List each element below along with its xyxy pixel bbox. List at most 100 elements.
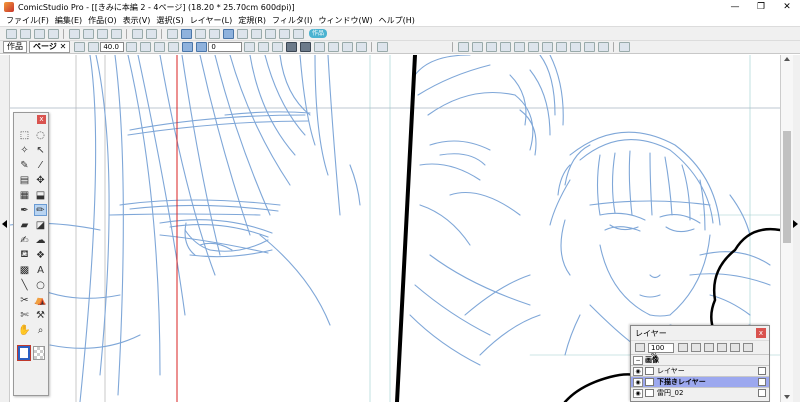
delete-icon[interactable] xyxy=(110,28,122,39)
fit-icon[interactable] xyxy=(87,42,99,52)
layer-snap-icon[interactable] xyxy=(583,42,595,52)
object-select-icon[interactable]: ↖ xyxy=(34,144,47,156)
tab-close-icon[interactable]: ✕ xyxy=(60,42,67,51)
panel-cut-icon[interactable]: ✄ xyxy=(18,309,31,321)
layer-row[interactable]: ◉ 雷円_02 xyxy=(631,387,769,398)
minimize-button[interactable]: — xyxy=(722,0,748,14)
layer-row-selected[interactable]: ◉ 下描きレイヤー xyxy=(631,376,769,387)
zoom-menu-icon[interactable] xyxy=(125,42,137,52)
preview-icon[interactable] xyxy=(264,28,276,39)
toggle-icon[interactable] xyxy=(73,42,85,52)
layer-opacity-field[interactable]: 100 % xyxy=(648,342,674,360)
menu-work[interactable]: 作品(O) xyxy=(85,15,120,26)
zoom-in-icon[interactable] xyxy=(139,42,151,52)
dock-right-arrow-icon[interactable] xyxy=(793,220,798,228)
grid-snap-icon[interactable] xyxy=(513,42,525,52)
visibility-eye-icon[interactable]: ◉ xyxy=(633,388,643,398)
guide-snap-icon[interactable] xyxy=(499,42,511,52)
menu-layer[interactable]: レイヤー(L) xyxy=(187,15,235,26)
ruler-select-icon[interactable]: ▤ xyxy=(18,174,31,186)
new-folder-icon[interactable] xyxy=(703,343,714,352)
open-page-icon[interactable] xyxy=(33,28,45,39)
menu-view[interactable]: 表示(V) xyxy=(120,15,154,26)
special-ruler-icon[interactable] xyxy=(485,42,497,52)
menu-help[interactable]: ヘルプ(H) xyxy=(376,15,418,26)
gradient-icon[interactable]: ▩ xyxy=(18,264,31,276)
concentric-icon[interactable] xyxy=(527,42,539,52)
lock-layer-icon[interactable] xyxy=(729,343,740,352)
tone-area-icon[interactable] xyxy=(341,42,353,52)
layer-lock-icon[interactable] xyxy=(758,367,766,375)
page-view-icon[interactable] xyxy=(180,28,192,39)
print-icon[interactable] xyxy=(236,28,248,39)
tool-palette-close-button[interactable]: x xyxy=(37,115,46,124)
layer-mode-icon[interactable] xyxy=(634,343,645,352)
opacity-arrow-icon[interactable] xyxy=(677,343,688,352)
move-icon[interactable]: ✥ xyxy=(34,174,47,186)
zoom-field[interactable]: 40.0 xyxy=(100,42,125,52)
transparent-icon[interactable] xyxy=(327,42,339,52)
delete-layer-icon[interactable] xyxy=(716,343,727,352)
open-icon[interactable] xyxy=(19,28,31,39)
hand-icon[interactable]: ✋ xyxy=(18,324,31,336)
panel-ruler-icon[interactable]: ▦ xyxy=(18,189,31,201)
marker-icon[interactable]: ▰ xyxy=(18,219,31,231)
line-icon[interactable]: ╲ xyxy=(18,279,31,291)
grid-icon[interactable] xyxy=(285,42,297,52)
expand-icon[interactable]: − xyxy=(633,355,643,365)
maximize-button[interactable]: ❐ xyxy=(748,0,774,14)
menu-window[interactable]: ウィンドウ(W) xyxy=(315,15,375,26)
spread-view-icon[interactable] xyxy=(194,28,206,39)
lasso-icon[interactable]: ◌ xyxy=(34,129,47,141)
pencil-icon[interactable]: ✏ xyxy=(34,204,47,216)
layer-options-icon[interactable] xyxy=(742,343,753,352)
pen-icon[interactable]: ✒ xyxy=(18,204,31,216)
tone-scrape-icon[interactable]: ⛺ xyxy=(34,294,47,306)
magic-wand-icon[interactable]: ✧ xyxy=(18,144,31,156)
settings-icon[interactable] xyxy=(292,28,304,39)
new-icon[interactable] xyxy=(5,28,17,39)
3d-icon[interactable] xyxy=(278,28,290,39)
flip-v-icon[interactable] xyxy=(271,42,283,52)
menu-ruler[interactable]: 定規(R) xyxy=(235,15,269,26)
scroll-up-icon[interactable] xyxy=(784,57,790,61)
eraser-icon[interactable]: ◪ xyxy=(34,219,47,231)
scroll-thumb[interactable] xyxy=(783,131,791,243)
rotate-left-icon[interactable] xyxy=(181,42,193,52)
zoom-out-icon[interactable] xyxy=(153,42,165,52)
layer-lock-icon[interactable] xyxy=(758,389,766,397)
balloon-icon[interactable]: ✂ xyxy=(18,294,31,306)
layer-row[interactable]: ◉ レイヤー xyxy=(631,365,769,376)
export-icon[interactable] xyxy=(250,28,262,39)
close-button[interactable]: ✕ xyxy=(774,0,800,14)
transparent-color-swatch[interactable] xyxy=(33,346,45,360)
brush-icon[interactable]: ✍ xyxy=(18,234,31,246)
layer-row-folder[interactable]: − 画像 xyxy=(631,354,769,365)
menu-edit[interactable]: 編集(E) xyxy=(52,15,85,26)
toolbar-end-icon[interactable] xyxy=(618,42,630,52)
print-area-icon[interactable] xyxy=(355,42,367,52)
actual-size-icon[interactable] xyxy=(167,42,179,52)
radial-icon[interactable] xyxy=(555,42,567,52)
snap-icon[interactable] xyxy=(376,42,388,52)
flow-icon[interactable] xyxy=(569,42,581,52)
layer-lock-icon[interactable] xyxy=(758,378,766,386)
new-layer-icon[interactable] xyxy=(690,343,701,352)
zoom-icon[interactable]: ⌕ xyxy=(34,324,47,336)
flip-h-icon[interactable] xyxy=(257,42,269,52)
copy-icon[interactable] xyxy=(82,28,94,39)
pattern-brush-icon[interactable]: ❖ xyxy=(34,249,47,261)
menu-filter[interactable]: フィルタ(I) xyxy=(269,15,315,26)
fill-icon[interactable]: ⛾ xyxy=(18,249,31,261)
paste-icon[interactable] xyxy=(96,28,108,39)
layer-palette-close-button[interactable]: x xyxy=(756,328,766,338)
undo-icon[interactable] xyxy=(131,28,143,39)
layer-move-icon[interactable]: ⬓ xyxy=(34,189,47,201)
save-icon[interactable] xyxy=(47,28,59,39)
visibility-eye-icon[interactable]: ◉ xyxy=(633,366,643,376)
parallel-icon[interactable] xyxy=(541,42,553,52)
menu-select[interactable]: 選択(S) xyxy=(153,15,186,26)
tab-page[interactable]: ページ ✕ xyxy=(29,41,71,53)
airbrush-icon[interactable]: ☁ xyxy=(34,234,47,246)
ruler-icon[interactable] xyxy=(299,42,311,52)
